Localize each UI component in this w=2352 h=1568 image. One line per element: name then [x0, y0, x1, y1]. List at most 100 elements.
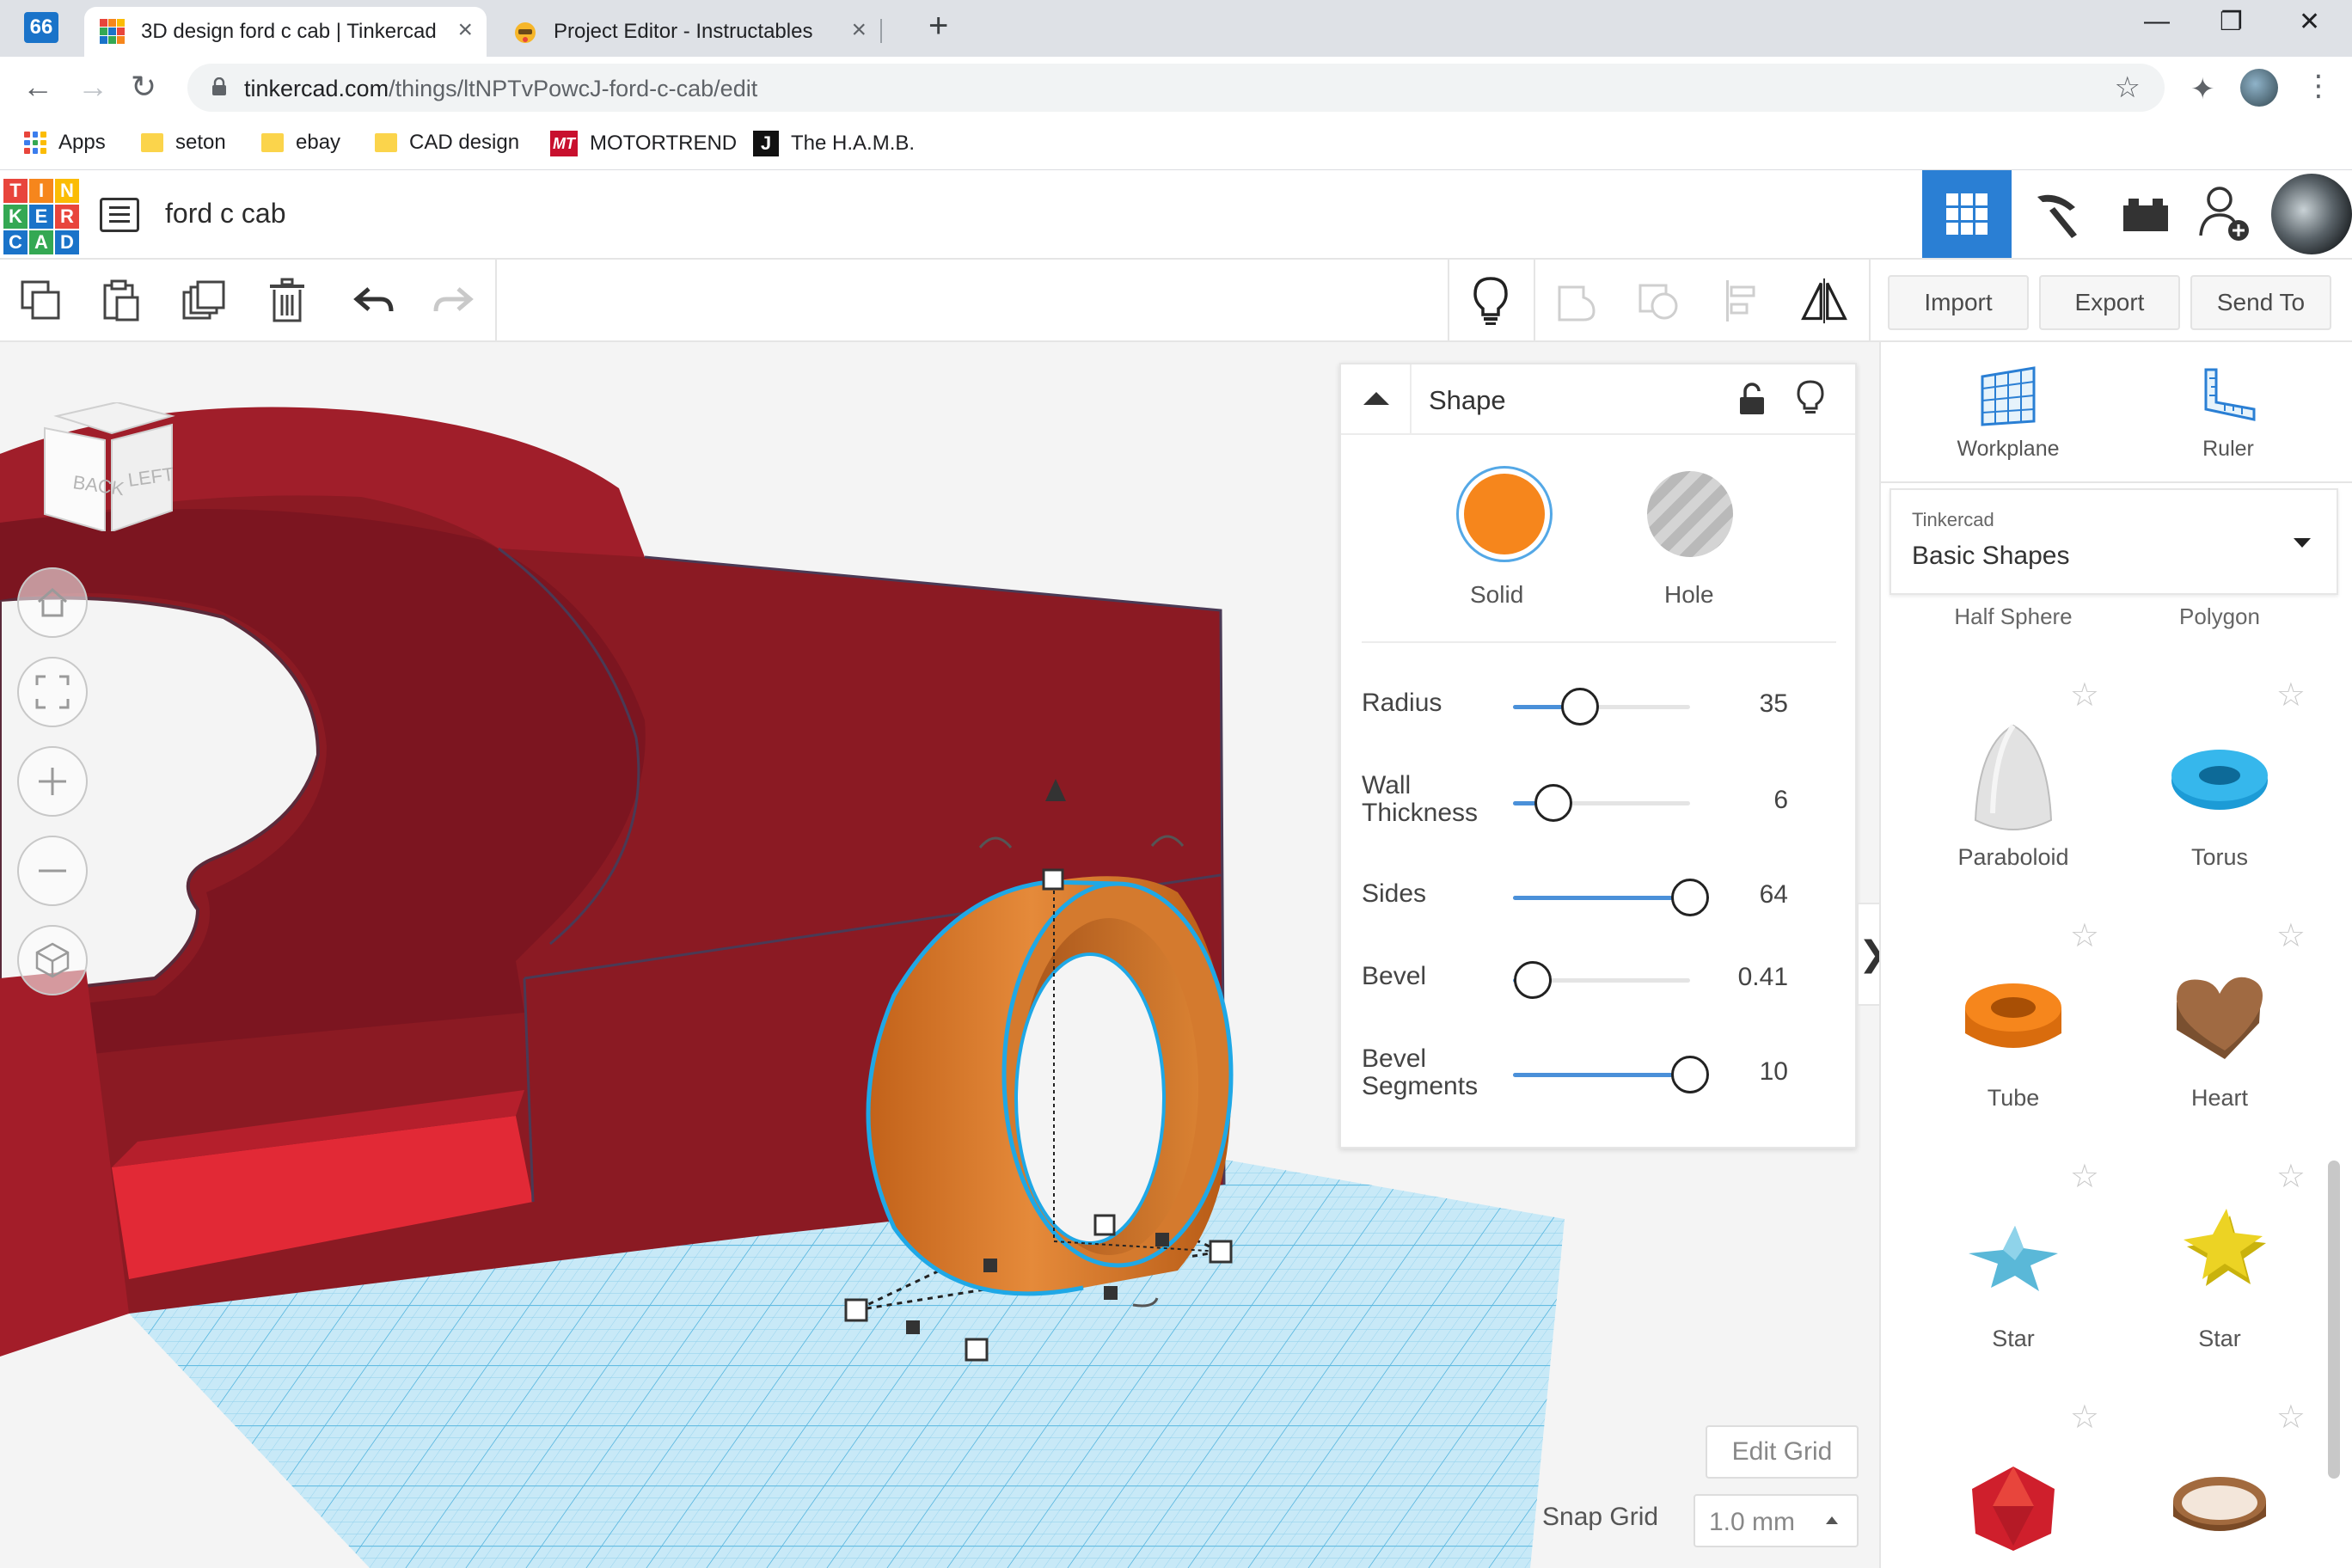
zoom-in-button[interactable] — [17, 746, 88, 817]
favorite-star-icon[interactable]: ☆ — [2276, 916, 2306, 955]
shape-label-partial[interactable]: Polygon — [2116, 603, 2323, 630]
favorite-star-icon[interactable]: ☆ — [2070, 1398, 2099, 1436]
shape-heart[interactable]: ☆ Heart — [2116, 916, 2323, 1157]
shape-paraboloid[interactable]: ☆ Paraboloid — [1910, 676, 2116, 916]
copy-icon[interactable] — [17, 277, 65, 325]
close-window-button[interactable]: ✕ — [2299, 7, 2320, 37]
shape-ring[interactable]: ☆ — [2116, 1398, 2323, 1568]
new-tab-button[interactable]: + — [928, 7, 948, 46]
browser-menu-icon[interactable]: ⋮ — [2304, 69, 2333, 103]
collapse-inspector-button[interactable] — [1341, 364, 1412, 435]
shapes-panel-scrollbar[interactable] — [2328, 1161, 2340, 1479]
mirror-icon[interactable] — [1800, 277, 1848, 325]
bricks-view-button[interactable] — [2101, 170, 2190, 258]
bookmark-apps[interactable]: Apps — [24, 131, 106, 155]
shape-star-blue[interactable]: ☆ Star — [1910, 1157, 2116, 1398]
wall-thickness-slider[interactable] — [1513, 784, 1690, 822]
favorite-star-icon[interactable]: ☆ — [2070, 1157, 2099, 1196]
motortrend-icon: MT — [550, 131, 578, 156]
solid-color-swatch[interactable] — [1456, 466, 1553, 562]
bevel-slider[interactable] — [1513, 961, 1690, 999]
bookmark-seton[interactable]: seton — [141, 131, 226, 155]
snap-grid-select[interactable]: 1.0 mm — [1694, 1494, 1859, 1547]
lightbulb-icon[interactable] — [1467, 277, 1515, 325]
bookmark-hamb[interactable]: J The H.A.M.B. — [753, 131, 915, 156]
favorite-star-icon[interactable]: ☆ — [2276, 676, 2306, 714]
edit-grid-button[interactable]: Edit Grid — [1706, 1425, 1859, 1479]
radius-value[interactable]: 35 — [1668, 689, 1788, 719]
sides-slider[interactable] — [1513, 879, 1709, 916]
lock-icon[interactable] — [1736, 382, 1767, 416]
sides-value[interactable]: 64 — [1668, 880, 1788, 910]
panel-toggle-chevron-icon[interactable]: ❯ — [1857, 903, 1888, 1006]
wall-thickness-value[interactable]: 6 — [1668, 786, 1788, 815]
tab-tinkercad[interactable]: 3D design ford c cab | Tinkercad × — [84, 7, 487, 57]
favorite-star-icon[interactable]: ☆ — [2070, 916, 2099, 955]
group-icon[interactable] — [1553, 277, 1601, 325]
hide-lightbulb-icon[interactable] — [1797, 380, 1824, 418]
slider-knob[interactable] — [1561, 688, 1599, 726]
shape-tube[interactable]: ☆ Tube — [1910, 916, 2116, 1157]
shape-torus[interactable]: ☆ Torus — [2116, 676, 2323, 916]
shape-star-yellow[interactable]: ☆ Star — [2116, 1157, 2323, 1398]
3d-view-button[interactable] — [1922, 170, 2012, 258]
bevel-segments-value[interactable]: 10 — [1668, 1057, 1788, 1087]
bookmark-star-icon[interactable]: ☆ — [2115, 70, 2141, 105]
bevel-segments-slider[interactable] — [1513, 1056, 1709, 1093]
star-icon — [1969, 1226, 2058, 1291]
minimize-button[interactable]: — — [2144, 7, 2170, 36]
tab-close-icon[interactable]: × — [851, 15, 867, 45]
bevel-value[interactable]: 0.41 — [1668, 963, 1788, 992]
logo-letter: N — [55, 179, 79, 203]
send-to-button[interactable]: Send To — [2190, 275, 2331, 330]
reload-icon[interactable]: ↻ — [131, 69, 156, 105]
forward-icon[interactable]: → — [77, 69, 108, 105]
slider-knob[interactable] — [1514, 961, 1552, 999]
fit-view-button[interactable] — [17, 657, 88, 727]
tinkercad-logo[interactable]: T I N K E R C A D — [3, 179, 79, 254]
ungroup-icon[interactable] — [1635, 277, 1683, 325]
bookmarks-bar: Apps seton ebay CAD design MT MOTORTREND… — [0, 119, 2352, 170]
user-avatar[interactable] — [2271, 174, 2352, 254]
zoom-out-button[interactable] — [17, 836, 88, 906]
bookmark-cad-design[interactable]: CAD design — [375, 131, 519, 155]
design-list-icon[interactable] — [100, 198, 139, 232]
fit-view-icon — [35, 675, 70, 709]
restore-button[interactable]: ❐ — [2220, 7, 2243, 37]
back-icon[interactable]: ← — [22, 69, 53, 105]
undo-icon[interactable] — [349, 277, 397, 325]
redo-icon[interactable] — [430, 277, 478, 325]
browser-profile-avatar[interactable] — [2240, 69, 2278, 107]
hole-swatch[interactable] — [1647, 471, 1733, 557]
slider-knob[interactable] — [1534, 784, 1572, 822]
delete-icon[interactable] — [263, 277, 311, 325]
export-button[interactable]: Export — [2039, 275, 2180, 330]
align-icon[interactable] — [1718, 277, 1766, 325]
bookmark-ebay[interactable]: ebay — [261, 131, 340, 155]
tab-close-icon[interactable]: × — [457, 15, 473, 45]
shape-icosahedron[interactable]: ☆ — [1910, 1398, 2116, 1568]
bookmark-motortrend[interactable]: MT MOTORTREND — [550, 131, 737, 156]
ruler-tool[interactable]: Ruler — [2151, 364, 2306, 462]
import-button[interactable]: Import — [1888, 275, 2029, 330]
extensions-icon[interactable]: ✦ — [2190, 72, 2215, 107]
extension-badge[interactable]: 66 — [24, 12, 58, 43]
duplicate-icon[interactable] — [181, 277, 229, 325]
inspector-divider — [1362, 641, 1836, 643]
orthographic-view-button[interactable] — [17, 925, 88, 995]
blocks-view-button[interactable] — [2012, 170, 2101, 258]
invite-user-button[interactable] — [2180, 170, 2269, 258]
design-title[interactable]: ford c cab — [165, 198, 286, 230]
shape-label-partial[interactable]: Half Sphere — [1910, 603, 2116, 630]
url-field[interactable]: tinkercad.com/things/ltNPTvPowcJ-ford-c-… — [187, 64, 2165, 112]
home-view-button[interactable] — [17, 567, 88, 638]
radius-slider[interactable] — [1513, 688, 1690, 726]
favorite-star-icon[interactable]: ☆ — [2276, 1398, 2306, 1436]
paste-icon[interactable] — [96, 277, 144, 325]
tab-instructables[interactable]: Project Editor - Instructables × — [497, 7, 880, 57]
view-cube[interactable]: BACK LEFT — [40, 402, 175, 531]
workplane-tool[interactable]: Workplane — [1931, 364, 2086, 462]
favorite-star-icon[interactable]: ☆ — [2276, 1157, 2306, 1196]
shape-library-select[interactable]: Tinkercad Basic Shapes — [1890, 488, 2338, 595]
favorite-star-icon[interactable]: ☆ — [2070, 676, 2099, 714]
